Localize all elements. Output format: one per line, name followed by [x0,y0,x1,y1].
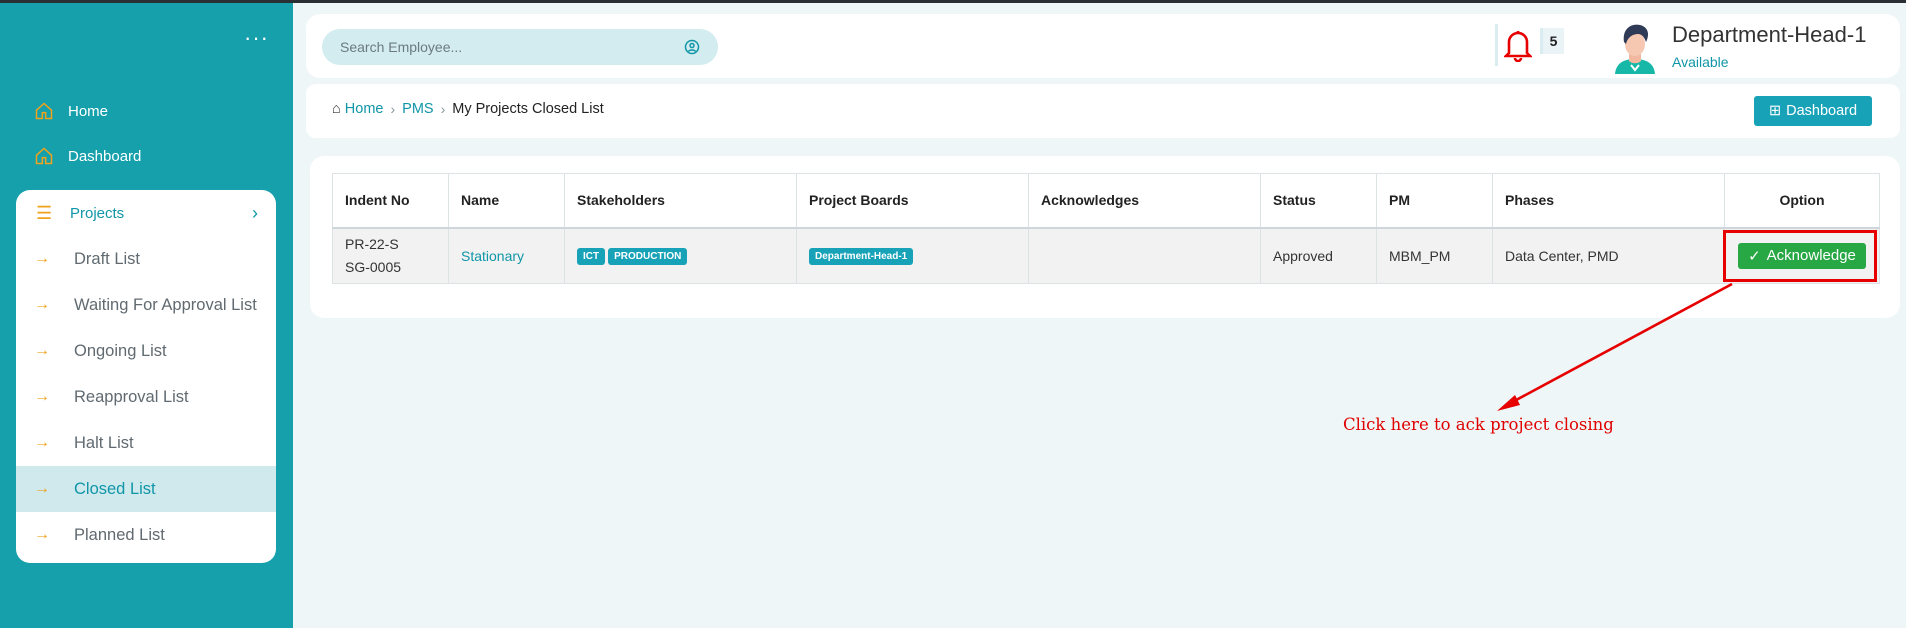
user-name[interactable]: Department-Head-1 [1672,22,1866,48]
stakeholders-cell: ICT PRODUCTION [564,227,797,284]
column-header: Project Boards [796,173,1029,229]
section-label: Projects [70,204,125,222]
sidebar-item-label: Draft List [74,249,141,268]
arrow-right-icon: → [34,296,50,313]
home-icon [35,147,53,165]
search-box [322,29,718,65]
sidebar-item-label: Home [68,102,109,120]
notification-button[interactable] [1495,24,1537,66]
highlight-box [1723,230,1877,282]
column-header: Stakeholders [564,173,797,229]
sidebar-item-waiting-for-approval-list[interactable]: → Waiting For Approval List [16,282,276,328]
indent-no: PR-22-SSG-0005 [345,235,402,275]
column-header: Acknowledges [1028,173,1261,229]
breadcrumb-pms[interactable]: PMS [402,101,433,117]
user-status: Available [1672,54,1729,70]
arrow-right-icon: → [34,388,50,405]
notification-count: 5 [1540,28,1564,54]
sidebar-item-label: Reapproval List [74,387,189,406]
projects-table-panel: Indent No Name Stakeholders Project Boar… [310,156,1900,318]
home-icon: ⌂ [332,101,341,117]
column-header: PM [1376,173,1493,229]
breadcrumb-separator-icon: › [440,101,446,117]
sidebar-item-label: Closed List [74,479,156,498]
column-header: Name [448,173,565,229]
home-icon [35,102,53,120]
column-header: Indent No [332,173,449,229]
sidebar: ··· Home Dashboard ☰ Projects › → Draft L… [0,3,293,628]
sidebar-item-label: Waiting For Approval List [74,295,257,314]
projects-menu: ☰ Projects › → Draft List → Waiting For Ap… [16,190,276,563]
sidebar-item-label: Dashboard [68,147,142,165]
avatar[interactable] [1610,20,1660,74]
top-header: 5 Department-Head-1 Available [306,14,1900,78]
breadcrumb-home[interactable]: ⌂ Home [332,101,383,117]
arrow-right-icon: → [34,250,50,267]
search-input[interactable] [340,39,670,55]
sidebar-item-label: Halt List [74,433,134,452]
grid-icon: ⊞ [1768,103,1782,119]
indent-no-cell: PR-22-SSG-0005 [332,227,449,284]
table-row: PR-22-SSG-0005 Stationary ICT PRODUCTION … [332,227,1880,284]
sidebar-section-projects[interactable]: ☰ Projects › [16,190,276,236]
dashboard-button-label: Dashboard [1786,103,1858,119]
dashboard-button[interactable]: ⊞ Dashboard [1754,96,1872,126]
breadcrumb-separator-icon: › [390,101,396,117]
list-icon: ☰ [36,202,53,223]
breadcrumb: ⌂ Home › PMS › My Projects Closed List [332,101,604,117]
breadcrumb-current: My Projects Closed List [452,101,604,117]
annotation-text: Click here to ack project closing [1343,415,1614,434]
status-cell: Approved [1260,227,1377,284]
column-header: Option [1724,173,1880,229]
sidebar-item-label: Planned List [74,525,165,544]
column-header: Status [1260,173,1377,229]
project-name-link[interactable]: Stationary [448,227,565,284]
sidebar-item-label: Ongoing List [74,341,167,360]
arrow-right-icon: → [34,342,50,359]
sidebar-item-dashboard[interactable]: Dashboard [34,146,141,166]
sidebar-item-draft-list[interactable]: → Draft List [16,236,276,282]
ellipsis-icon[interactable]: ··· [244,27,269,49]
chevron-right-icon[interactable]: › [252,203,258,224]
sidebar-item-home[interactable]: Home [34,101,108,121]
bell-icon [1503,31,1532,62]
breadcrumb-home-label: Home [344,101,384,117]
arrow-right-icon: → [34,526,50,543]
sidebar-item-closed-list[interactable]: → Closed List [16,466,276,512]
table-header-row: Indent No Name Stakeholders Project Boar… [332,173,1880,229]
sidebar-item-planned-list[interactable]: → Planned List [16,512,276,558]
arrow-right-icon: → [34,434,50,451]
phases-cell: Data Center, PMD [1492,227,1725,284]
sidebar-item-halt-list[interactable]: → Halt List [16,420,276,466]
stakeholder-badge: ICT [577,248,606,266]
projects-table: Indent No Name Stakeholders Project Boar… [332,173,1880,284]
project-board-cell: Department-Head-1 [796,227,1029,284]
pm-cell: MBM_PM [1376,227,1493,284]
sidebar-item-ongoing-list[interactable]: → Ongoing List [16,328,276,374]
project-board-badge: Department-Head-1 [809,248,914,266]
acknowledges-cell [1028,227,1261,284]
arrow-right-icon: → [34,480,50,497]
sidebar-item-reapproval-list[interactable]: → Reapproval List [16,374,276,420]
breadcrumb-bar: ⌂ Home › PMS › My Projects Closed List ⊞… [306,84,1900,138]
user-search-icon[interactable] [684,39,700,55]
column-header: Phases [1492,173,1725,229]
stakeholder-badge: PRODUCTION [608,248,688,266]
